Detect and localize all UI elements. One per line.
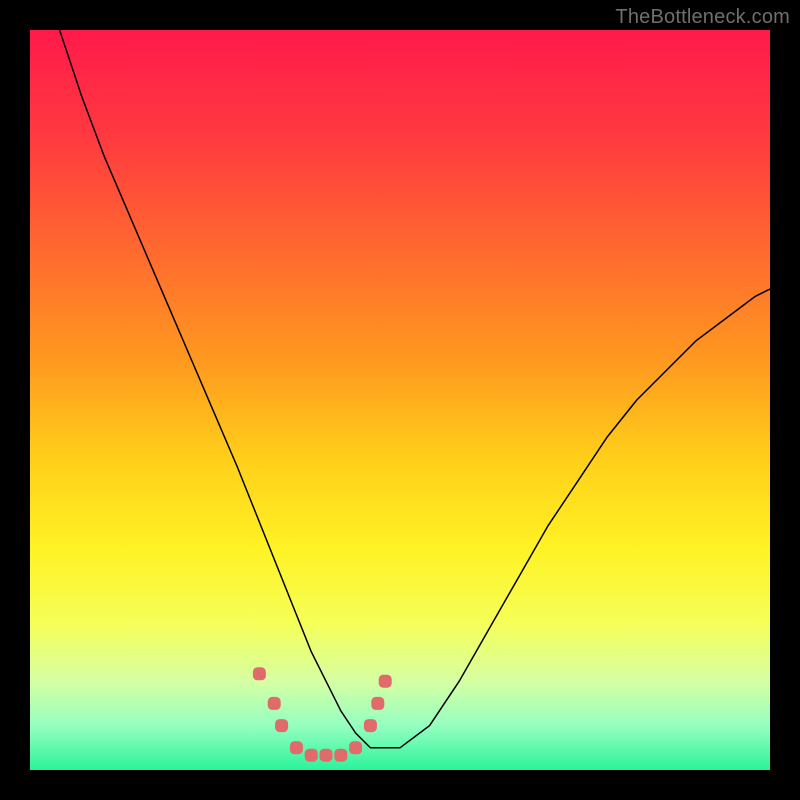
- data-marker: [364, 719, 377, 732]
- data-marker: [349, 741, 362, 754]
- watermark-text: TheBottleneck.com: [615, 6, 790, 29]
- data-marker: [379, 675, 392, 688]
- data-marker: [320, 749, 333, 762]
- data-marker: [305, 749, 318, 762]
- data-marker: [290, 741, 303, 754]
- data-marker: [334, 749, 347, 762]
- chart-svg: [30, 30, 770, 770]
- data-marker: [253, 667, 266, 680]
- chart-background: [30, 30, 770, 770]
- chart-frame: TheBottleneck.com: [0, 0, 800, 800]
- data-marker: [371, 697, 384, 710]
- data-marker: [268, 697, 281, 710]
- data-marker: [275, 719, 288, 732]
- plot-area: [30, 30, 770, 770]
